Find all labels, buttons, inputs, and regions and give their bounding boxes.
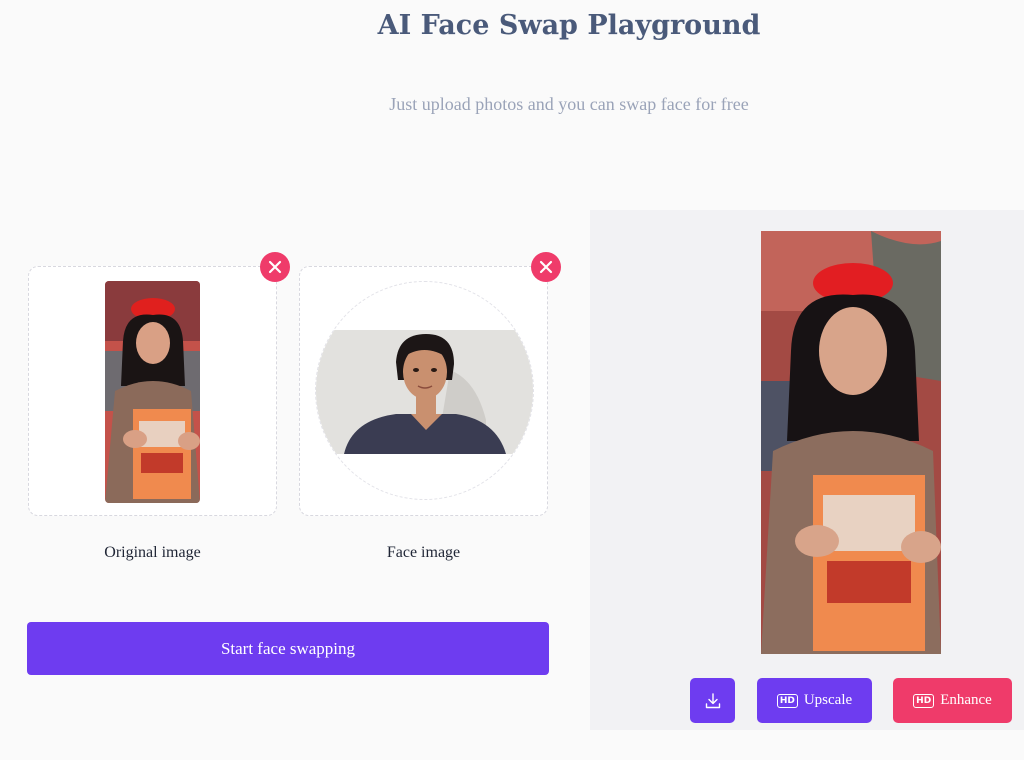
start-face-swap-button[interactable]: Start face swapping — [27, 622, 549, 675]
enhance-label: Enhance — [940, 692, 992, 708]
close-icon — [268, 260, 282, 274]
result-panel: HD Upscale HD Enhance — [590, 210, 1024, 730]
face-image — [316, 330, 533, 454]
result-image — [761, 231, 941, 654]
hd-icon: HD — [913, 693, 935, 708]
page-title: AI Face Swap Playground — [377, 10, 761, 41]
original-image-card[interactable] — [28, 252, 290, 516]
face-image-label: Face image — [386, 544, 461, 561]
upscale-button[interactable]: HD Upscale — [757, 678, 872, 723]
download-button[interactable] — [690, 678, 735, 723]
original-image-label: Original image — [104, 544, 201, 561]
face-image-card[interactable] — [299, 252, 561, 516]
face-image-circle — [315, 281, 534, 500]
upscale-label: Upscale — [803, 692, 853, 708]
remove-face-button[interactable] — [531, 252, 561, 282]
enhance-button[interactable]: HD Enhance — [893, 678, 1012, 723]
page-subtitle: Just upload photos and you can swap face… — [389, 94, 749, 114]
original-image — [105, 281, 200, 503]
hd-icon: HD — [776, 693, 798, 708]
download-icon — [705, 692, 720, 708]
remove-original-button[interactable] — [260, 252, 290, 282]
close-icon — [539, 260, 553, 274]
